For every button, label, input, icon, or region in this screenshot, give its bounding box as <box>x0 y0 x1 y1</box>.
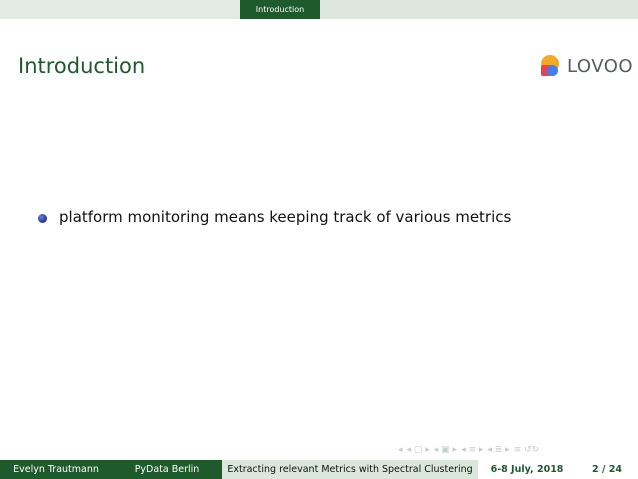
section-navigation-bar: Introduction <box>0 0 638 19</box>
lovoo-logo-icon <box>541 55 559 76</box>
nav-bar-right <box>320 0 638 19</box>
bullet-text: platform monitoring means keeping track … <box>59 208 512 226</box>
bullet-ball-icon <box>38 213 47 223</box>
bullet-list: platform monitoring means keeping track … <box>38 208 511 226</box>
nav-section-icon[interactable]: ◂ ≡ ▸ <box>461 444 483 456</box>
lovoo-logo-text: LOVOO <box>567 55 634 77</box>
footer-talk-title: Extracting relevant Metrics with Spectra… <box>222 460 478 479</box>
footer-event: PyData Berlin <box>112 460 222 479</box>
slide-title: Introduction <box>18 54 146 78</box>
nav-align-icon[interactable]: ◂ ≣ ▸ <box>487 444 509 456</box>
nav-prev-icon[interactable]: ◂ <box>398 444 403 456</box>
footer-page-number: 2 / 24 <box>576 460 638 479</box>
footer-bar: Evelyn Trautmann PyData Berlin Extractin… <box>0 460 638 479</box>
footer-date: 6-8 July, 2018 <box>478 460 576 479</box>
footer-author: Evelyn Trautmann <box>0 460 112 479</box>
nav-frame-icon[interactable]: ◂ ▢ ▸ <box>407 444 430 456</box>
nav-search-icon[interactable]: ≡ ↺↻ <box>514 444 539 456</box>
lovoo-logo: LOVOO <box>537 53 633 79</box>
beamer-navigation-symbols: ◂ ◂ ▢ ▸ ◂ ▣ ▸ ◂ ≡ ▸ ◂ ≣ ▸ ≡ ↺↻ <box>398 444 539 456</box>
nav-subsection-icon[interactable]: ◂ ▣ ▸ <box>434 444 457 456</box>
bullet-item: platform monitoring means keeping track … <box>38 208 511 226</box>
section-link-introduction[interactable]: Introduction <box>240 0 320 19</box>
nav-bar-left <box>0 0 240 19</box>
